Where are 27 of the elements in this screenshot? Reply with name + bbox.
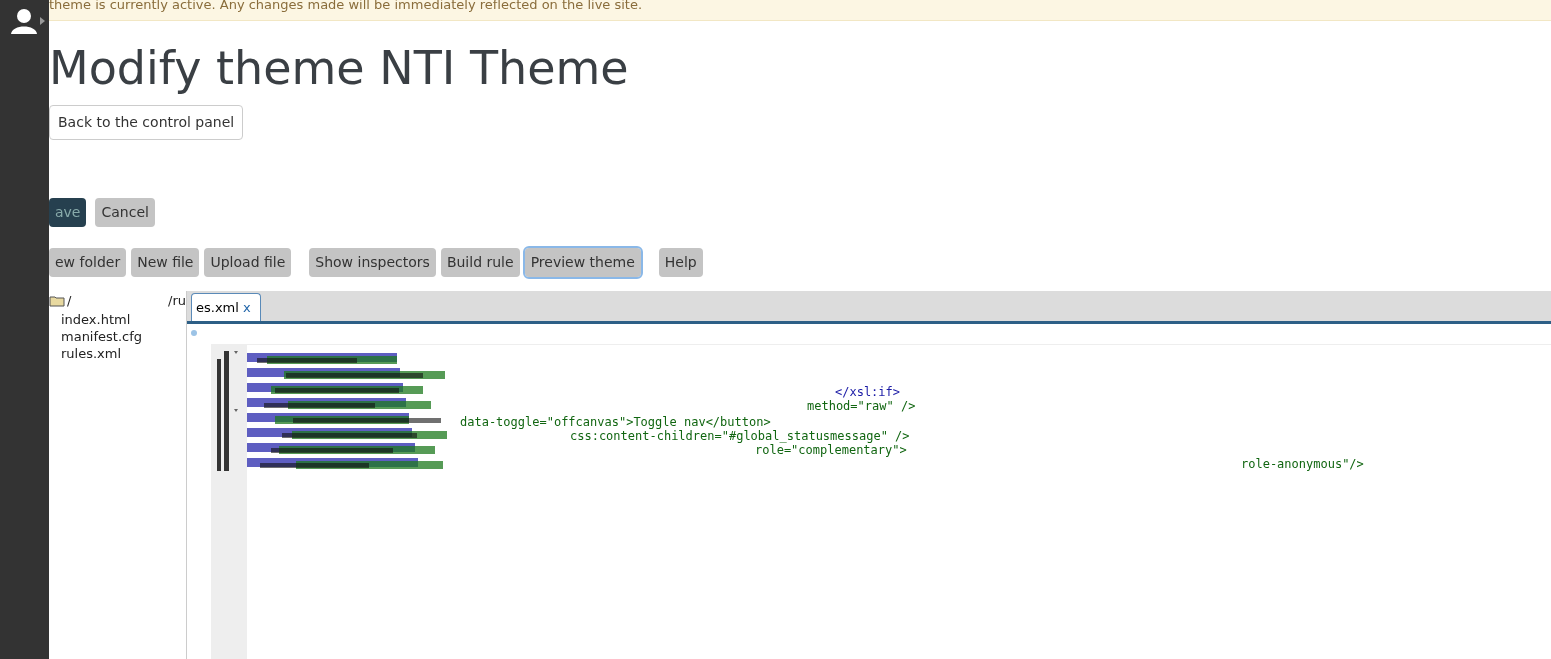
code-line: css:content-children="#global_statusmessage" /> — [570, 429, 910, 443]
code-line: role-anonymous"/> — [1241, 457, 1364, 471]
tree-file[interactable]: manifest.cfg — [49, 327, 186, 345]
back-button[interactable]: Back to the control panel — [49, 105, 244, 140]
toolbar-button[interactable]: Upload file — [204, 248, 292, 277]
file-path: /ru — [168, 292, 186, 310]
folder-icon[interactable] — [49, 294, 65, 307]
code-line: role="complementary"> — [755, 443, 907, 457]
toolbar-button[interactable]: Show inspectors — [309, 248, 436, 277]
caret-icon[interactable] — [40, 17, 45, 25]
toolbar-button[interactable]: Build rule — [440, 248, 520, 277]
save-button[interactable]: ave — [49, 198, 87, 227]
close-tab-button[interactable]: x — [242, 297, 251, 318]
code-line: data-toggle="offcanvas">Toggle nav</button> — [460, 415, 771, 429]
toolbar-button[interactable]: ew folder — [49, 248, 127, 277]
status-banner: theme is currently active. Any changes made will be immediately reflected on the live site. — [49, 0, 1551, 21]
user-icon[interactable] — [10, 8, 38, 34]
toolbar-button[interactable]: New file — [131, 248, 200, 277]
code-line: </xsl:if> — [835, 385, 901, 399]
tree-file[interactable]: index.html — [49, 310, 186, 328]
toolbar-button[interactable]: Preview theme — [524, 248, 641, 277]
tree-file[interactable]: rules.xml — [49, 344, 186, 362]
code-line: method="raw" /> — [807, 399, 916, 413]
cancel-button[interactable]: Cancel — [95, 198, 155, 227]
toolbar-button[interactable]: Help — [658, 248, 703, 277]
file-tab[interactable]: es.xml x — [191, 293, 261, 321]
tree-root[interactable]: / — [67, 291, 72, 311]
